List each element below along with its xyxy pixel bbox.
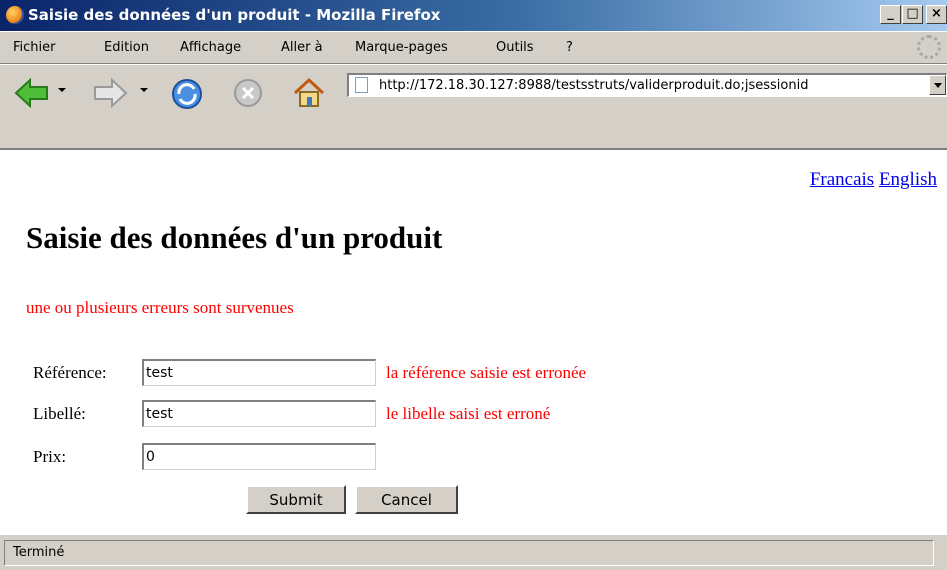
page-content: Francais English Saisie des données d'un… bbox=[0, 148, 947, 534]
url-dropdown-button[interactable] bbox=[929, 75, 946, 95]
reference-label: Référence: bbox=[33, 363, 107, 382]
menu-marque-pages[interactable]: Marque-pages bbox=[355, 40, 448, 55]
menu-affichage[interactable]: Affichage bbox=[180, 40, 241, 55]
libelle-input[interactable] bbox=[142, 400, 376, 427]
title-bar: Saisie des données d'un produit - Mozill… bbox=[0, 0, 947, 31]
forward-dropdown-icon[interactable] bbox=[140, 88, 148, 92]
forward-arrow-icon[interactable] bbox=[92, 77, 128, 109]
firefox-icon bbox=[6, 6, 24, 24]
back-arrow-icon[interactable] bbox=[14, 77, 50, 109]
reference-input[interactable] bbox=[142, 359, 376, 386]
form-buttons: Submit Cancel bbox=[0, 485, 947, 514]
minimize-button[interactable]: _ bbox=[880, 5, 901, 24]
language-links: Francais English bbox=[810, 169, 937, 191]
menu-aller-a[interactable]: Aller à bbox=[281, 40, 323, 55]
url-text[interactable]: http://172.18.30.127:8988/testsstruts/va… bbox=[379, 78, 808, 93]
reload-icon[interactable] bbox=[170, 77, 204, 111]
menu-fichier[interactable]: Fichier bbox=[13, 40, 56, 55]
libelle-error: le libelle saisi est erroné bbox=[386, 404, 551, 423]
menu-help[interactable]: ? bbox=[566, 40, 573, 55]
browser-window: Saisie des données d'un produit - Mozill… bbox=[0, 0, 947, 570]
navigation-toolbar: http://172.18.30.127:8988/testsstruts/va… bbox=[0, 64, 947, 148]
stop-icon[interactable] bbox=[232, 77, 264, 109]
libelle-label: Libellé: bbox=[33, 404, 86, 423]
reference-error: la référence saisie est erronée bbox=[386, 363, 587, 382]
status-bar: Terminé bbox=[0, 534, 947, 570]
prix-label: Prix: bbox=[33, 447, 67, 466]
error-summary: une ou plusieurs erreurs sont survenues bbox=[26, 298, 294, 317]
chevron-down-icon bbox=[934, 83, 942, 88]
address-bar[interactable]: http://172.18.30.127:8988/testsstruts/va… bbox=[347, 73, 947, 97]
status-text: Terminé bbox=[13, 545, 65, 560]
page-icon bbox=[355, 77, 368, 93]
page-title: Saisie des données d'un produit bbox=[26, 220, 443, 255]
window-title: Saisie des données d'un produit - Mozill… bbox=[28, 6, 441, 24]
throbber-icon bbox=[917, 35, 941, 59]
close-button[interactable]: × bbox=[926, 5, 947, 24]
prix-input[interactable] bbox=[142, 443, 376, 470]
cancel-button[interactable]: Cancel bbox=[355, 485, 458, 514]
maximize-button[interactable]: □ bbox=[902, 5, 923, 24]
menu-edition[interactable]: Edition bbox=[104, 40, 149, 55]
lang-link-english[interactable]: English bbox=[879, 169, 937, 190]
back-dropdown-icon[interactable] bbox=[58, 88, 66, 92]
lang-link-francais[interactable]: Francais bbox=[810, 169, 874, 190]
status-pane: Terminé bbox=[4, 540, 934, 566]
submit-button[interactable]: Submit bbox=[246, 485, 346, 514]
menu-outils[interactable]: Outils bbox=[496, 40, 534, 55]
home-icon[interactable] bbox=[292, 77, 326, 109]
menu-bar: Fichier Edition Affichage Aller à Marque… bbox=[0, 31, 947, 64]
